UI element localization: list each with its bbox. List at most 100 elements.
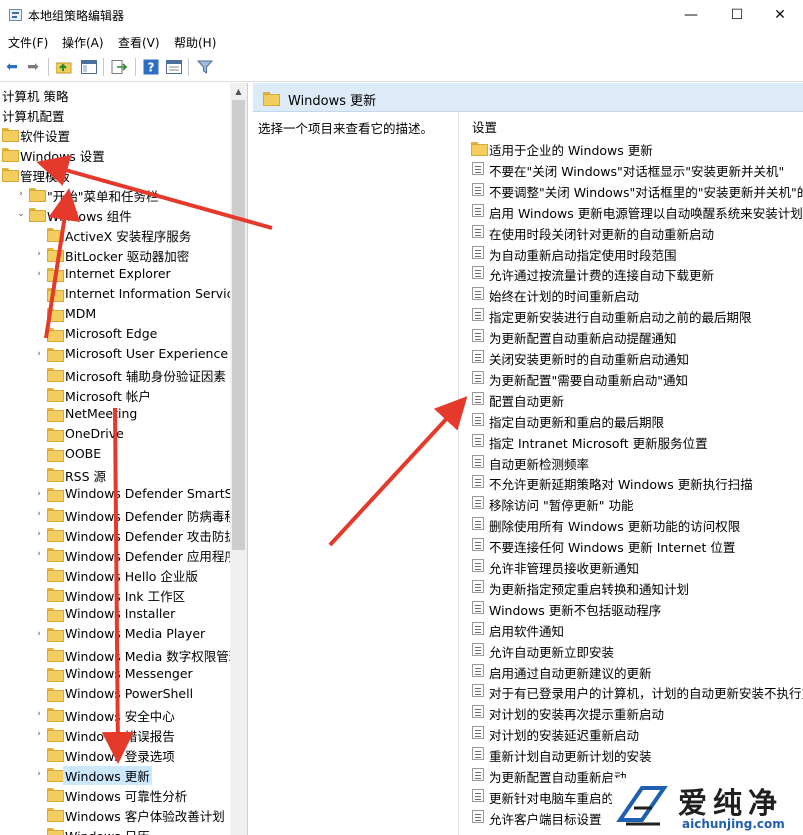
menu-view[interactable]: 查看(V)	[118, 34, 160, 51]
tree-item[interactable]: Microsoft 辅助身份验证因素	[0, 364, 247, 384]
expand-chevron-icon[interactable]: ›	[34, 768, 44, 780]
expand-chevron-icon[interactable]: ›	[34, 508, 44, 520]
tree-item[interactable]: › "开始"菜单和任务栏	[0, 184, 247, 204]
tree-item[interactable]: › Windows 更新	[0, 764, 247, 785]
expand-chevron-icon[interactable]: ›	[34, 248, 44, 260]
menu-help[interactable]: 帮助(H)	[174, 34, 216, 51]
tree-item[interactable]: NetMeeting	[0, 404, 247, 424]
tree-item[interactable]: Microsoft Edge	[0, 324, 247, 344]
back-button[interactable]: ⬅	[3, 58, 21, 76]
policy-setting-row[interactable]: 允许通过按流量计费的连接自动下载更新	[459, 262, 803, 283]
policy-setting-row[interactable]: 删除使用所有 Windows 更新功能的访问权限	[459, 513, 803, 534]
tree-item[interactable]: 软件设置	[0, 124, 247, 144]
policy-setting-row[interactable]: 配置自动更新	[459, 388, 803, 409]
tree-item[interactable]: Windows Messenger	[0, 664, 247, 684]
policy-setting-row[interactable]: 始终在计划的时间重新启动	[459, 283, 803, 304]
policy-setting-row[interactable]: 为自动重新启动指定使用时段范围	[459, 242, 803, 263]
policy-setting-row[interactable]: 不允许更新延期策略对 Windows 更新执行扫描	[459, 471, 803, 492]
tree-item[interactable]: Windows PowerShell	[0, 684, 247, 704]
forward-button[interactable]: ➡	[24, 58, 42, 76]
expand-chevron-icon[interactable]: ›	[34, 268, 44, 280]
column-header-setting[interactable]: 设置	[472, 117, 497, 136]
minimize-button[interactable]: —	[668, 0, 714, 30]
scrollbar-thumb[interactable]	[232, 100, 245, 550]
tree-item[interactable]: ActiveX 安装程序服务	[0, 224, 247, 244]
show-hide-tree-button[interactable]	[80, 58, 98, 76]
policy-setting-row[interactable]: 为更新配置"需要自动重新启动"通知	[459, 367, 803, 388]
tree-item[interactable]: › Windows 安全中心	[0, 704, 247, 724]
tree-item[interactable]: ⌄ Windows 组件	[0, 204, 247, 224]
policy-setting-row[interactable]: 自动更新检测频率	[459, 451, 803, 472]
tree-item[interactable]: Microsoft 帐户	[0, 384, 247, 404]
tree-item[interactable]: Windows 登录选项	[0, 744, 247, 764]
tree-item[interactable]: 计算机配置	[0, 104, 247, 124]
tree-item[interactable]: Windows Installer	[0, 604, 247, 624]
policy-setting-row[interactable]: 移除访问 "暂停更新" 功能	[459, 492, 803, 513]
tree-item[interactable]: › Microsoft User Experience Virt	[0, 344, 247, 364]
up-folder-button[interactable]	[55, 58, 73, 76]
policy-setting-row[interactable]: 允许非管理员接收更新通知	[459, 555, 803, 576]
tree-item[interactable]: › Windows 错误报告	[0, 724, 247, 744]
expand-chevron-icon[interactable]: ›	[34, 488, 44, 500]
list-folder-item[interactable]: 适用于企业的 Windows 更新	[459, 137, 803, 158]
tree-item[interactable]: › Windows Defender SmartScre	[0, 484, 247, 504]
maximize-button[interactable]: ☐	[714, 0, 760, 30]
expand-chevron-icon[interactable]: ›	[16, 188, 26, 200]
policy-setting-row[interactable]: 在使用时段关闭针对更新的自动重新启动	[459, 221, 803, 242]
tree-item[interactable]: OOBE	[0, 444, 247, 464]
expand-chevron-icon[interactable]: ›	[34, 548, 44, 560]
tree-item[interactable]: Internet Information Services	[0, 284, 247, 304]
tree-item[interactable]: MDM	[0, 304, 247, 324]
policy-setting-row[interactable]: 不要连接任何 Windows 更新 Internet 位置	[459, 534, 803, 555]
policy-setting-row[interactable]: 关闭安装更新时的自动重新启动通知	[459, 346, 803, 367]
tree-item[interactable]: Windows Hello 企业版	[0, 564, 247, 584]
expand-chevron-icon[interactable]: ›	[34, 348, 44, 360]
expand-chevron-icon[interactable]: ›	[34, 728, 44, 740]
extended-view-button[interactable]	[165, 58, 183, 76]
tree-item[interactable]: › Windows Media Player	[0, 624, 247, 644]
tree-item[interactable]: Windows 日历	[0, 824, 247, 835]
policy-setting-row[interactable]: 允许自动更新立即安装	[459, 639, 803, 660]
tree-item[interactable]: Windows Ink 工作区	[0, 584, 247, 604]
tree-item[interactable]: Windows 客户体验改善计划	[0, 804, 247, 824]
collapse-chevron-icon[interactable]: ⌄	[16, 208, 26, 220]
tree-item[interactable]: › Windows Defender 防病毒程序	[0, 504, 247, 524]
expand-chevron-icon[interactable]: ›	[34, 628, 44, 640]
policy-setting-row[interactable]: 启用软件通知	[459, 618, 803, 639]
tree-item[interactable]: 管理模板	[0, 164, 247, 184]
expand-chevron-icon[interactable]: ›	[34, 528, 44, 540]
policy-setting-row[interactable]: 指定更新安装进行自动重新启动之前的最后期限	[459, 304, 803, 325]
policy-setting-row[interactable]: Windows 更新不包括驱动程序	[459, 597, 803, 618]
tree-item[interactable]: › BitLocker 驱动器加密	[0, 244, 247, 264]
help-button[interactable]: ?	[142, 58, 160, 76]
export-list-button[interactable]	[110, 58, 128, 76]
tree-item[interactable]: OneDrive	[0, 424, 247, 444]
tree-item[interactable]: Windows 设置	[0, 144, 247, 164]
policy-setting-row[interactable]: 启用 Windows 更新电源管理以自动唤醒系统来安装计划的...	[459, 200, 803, 221]
policy-setting-row[interactable]: 重新计划自动更新计划的安装	[459, 743, 803, 764]
policy-setting-row[interactable]: 为更新指定预定重启转换和通知计划	[459, 576, 803, 597]
policy-setting-row[interactable]: 为更新配置自动重新启动提醒通知	[459, 325, 803, 346]
filter-button[interactable]	[196, 58, 214, 76]
policy-setting-row[interactable]: 不要在"关闭 Windows"对话框显示"安装更新并关机"	[459, 158, 803, 179]
tree-item[interactable]: RSS 源	[0, 464, 247, 484]
scroll-up-arrow-icon[interactable]: ▲	[230, 83, 247, 100]
tree-item[interactable]: Windows Media 数字权限管理	[0, 644, 247, 664]
tree-scrollbar[interactable]: ▲	[230, 83, 247, 835]
policy-setting-row[interactable]: 启用通过自动更新建议的更新	[459, 660, 803, 681]
policy-setting-row[interactable]: 对计划的安装延迟重新启动	[459, 722, 803, 743]
tree-item[interactable]: › Internet Explorer	[0, 264, 247, 284]
tree-item[interactable]: 计算机 策略	[0, 84, 247, 104]
policy-setting-row[interactable]: 对计划的安装再次提示重新启动	[459, 701, 803, 722]
tree-item[interactable]: › Windows Defender 应用程序防	[0, 544, 247, 564]
policy-setting-row[interactable]: 对于有已登录用户的计算机，计划的自动更新安装不执行重...	[459, 680, 803, 701]
policy-setting-row[interactable]: 指定 Intranet Microsoft 更新服务位置	[459, 430, 803, 451]
policy-setting-row[interactable]: 指定自动更新和重启的最后期限	[459, 409, 803, 430]
close-button[interactable]: ✕	[757, 0, 803, 30]
menu-action[interactable]: 操作(A)	[62, 34, 104, 51]
expand-chevron-icon[interactable]: ›	[34, 708, 44, 720]
tree-item[interactable]: Windows 可靠性分析	[0, 784, 247, 804]
tree-item[interactable]: › Windows Defender 攻击防护	[0, 524, 247, 544]
policy-setting-row[interactable]: 不要调整"关闭 Windows"对话框里的"安装更新并关机"的默	[459, 179, 803, 200]
menu-file[interactable]: 文件(F)	[8, 34, 48, 51]
